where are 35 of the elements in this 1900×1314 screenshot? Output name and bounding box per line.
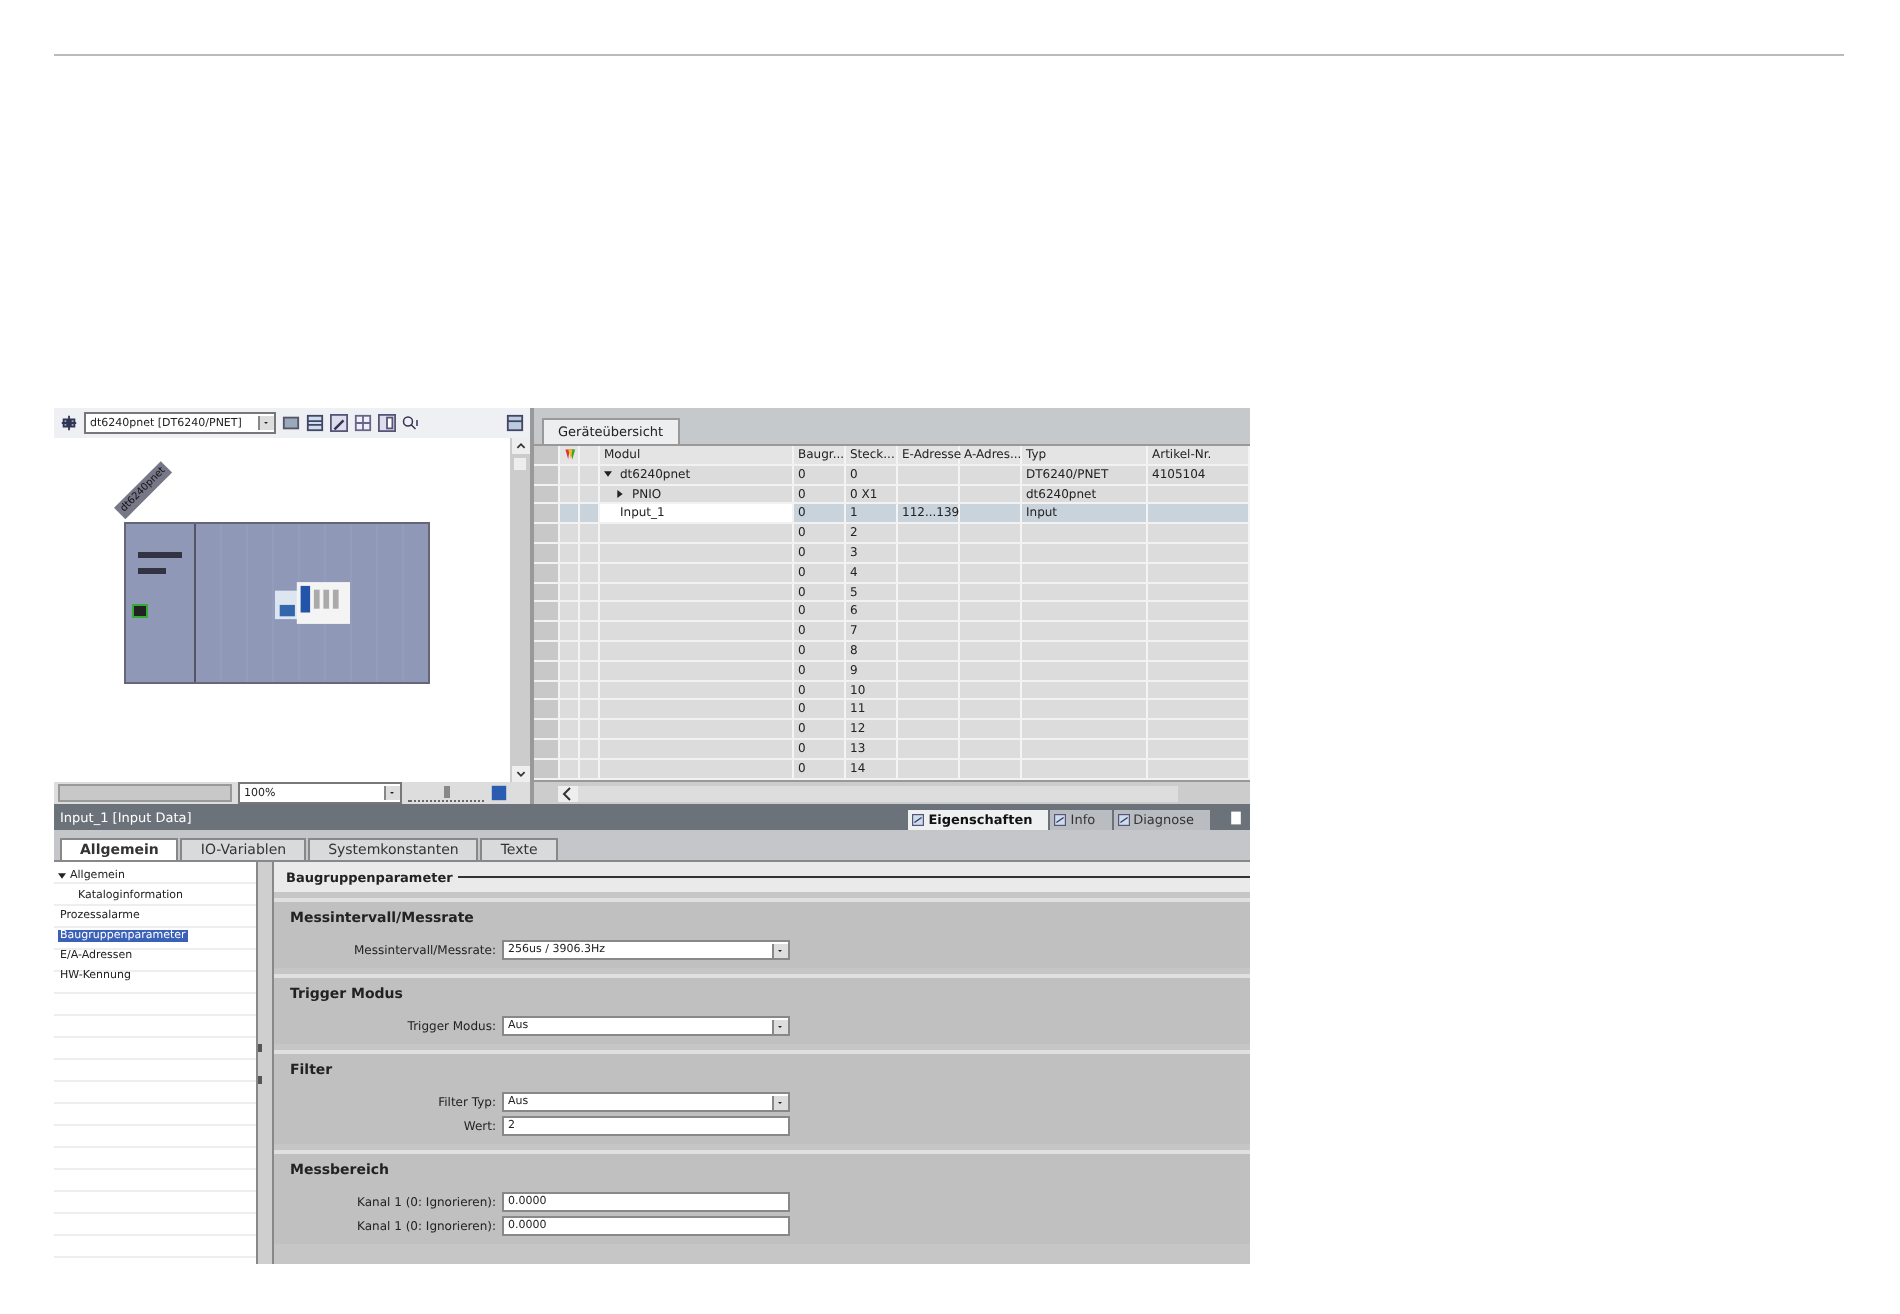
row-header-cell[interactable]: [534, 446, 560, 464]
module-drawing: [274, 582, 350, 624]
filter-icon[interactable]: [560, 446, 580, 464]
panel-icon[interactable]: [378, 414, 396, 432]
row-header-cell[interactable]: [534, 720, 560, 738]
port-icon: [132, 604, 148, 618]
slider-thumb[interactable]: [443, 785, 449, 797]
horizontal-scrollbar[interactable]: [534, 780, 1250, 804]
row-header-cell[interactable]: [534, 524, 560, 542]
zoom-icon[interactable]: [402, 414, 420, 432]
scroll-down-icon[interactable]: [511, 766, 529, 782]
expanded-arrow-icon[interactable]: [58, 872, 66, 880]
device-icon[interactable]: [282, 414, 300, 432]
scroll-thumb[interactable]: [514, 458, 526, 470]
window-icon[interactable]: [1228, 810, 1244, 826]
expanded-arrow-icon[interactable]: [604, 469, 612, 478]
collapsed-arrow-icon[interactable]: [616, 489, 624, 498]
row-header-cell[interactable]: [534, 504, 560, 523]
table-icon[interactable]: [306, 414, 324, 432]
network-icon[interactable]: [60, 414, 78, 432]
row-header-cell[interactable]: [534, 602, 560, 621]
grid-icon[interactable]: [354, 414, 372, 432]
row-header-cell[interactable]: [534, 622, 560, 640]
properties-view-icon: [912, 814, 925, 826]
horizontal-scrollbar[interactable]: [58, 784, 232, 802]
layout-icon[interactable]: [506, 414, 524, 432]
properties-view-icon: [1054, 814, 1067, 826]
overview-icon[interactable]: [490, 784, 508, 802]
properties-view-icon: [1117, 814, 1130, 826]
device-rack[interactable]: [124, 522, 430, 684]
scroll-up-icon[interactable]: [511, 438, 529, 454]
vertical-scrollbar[interactable]: [510, 438, 530, 782]
scroll-left-icon[interactable]: [558, 785, 578, 801]
row-header-cell[interactable]: [534, 700, 560, 719]
pencil-icon[interactable]: [330, 414, 348, 432]
